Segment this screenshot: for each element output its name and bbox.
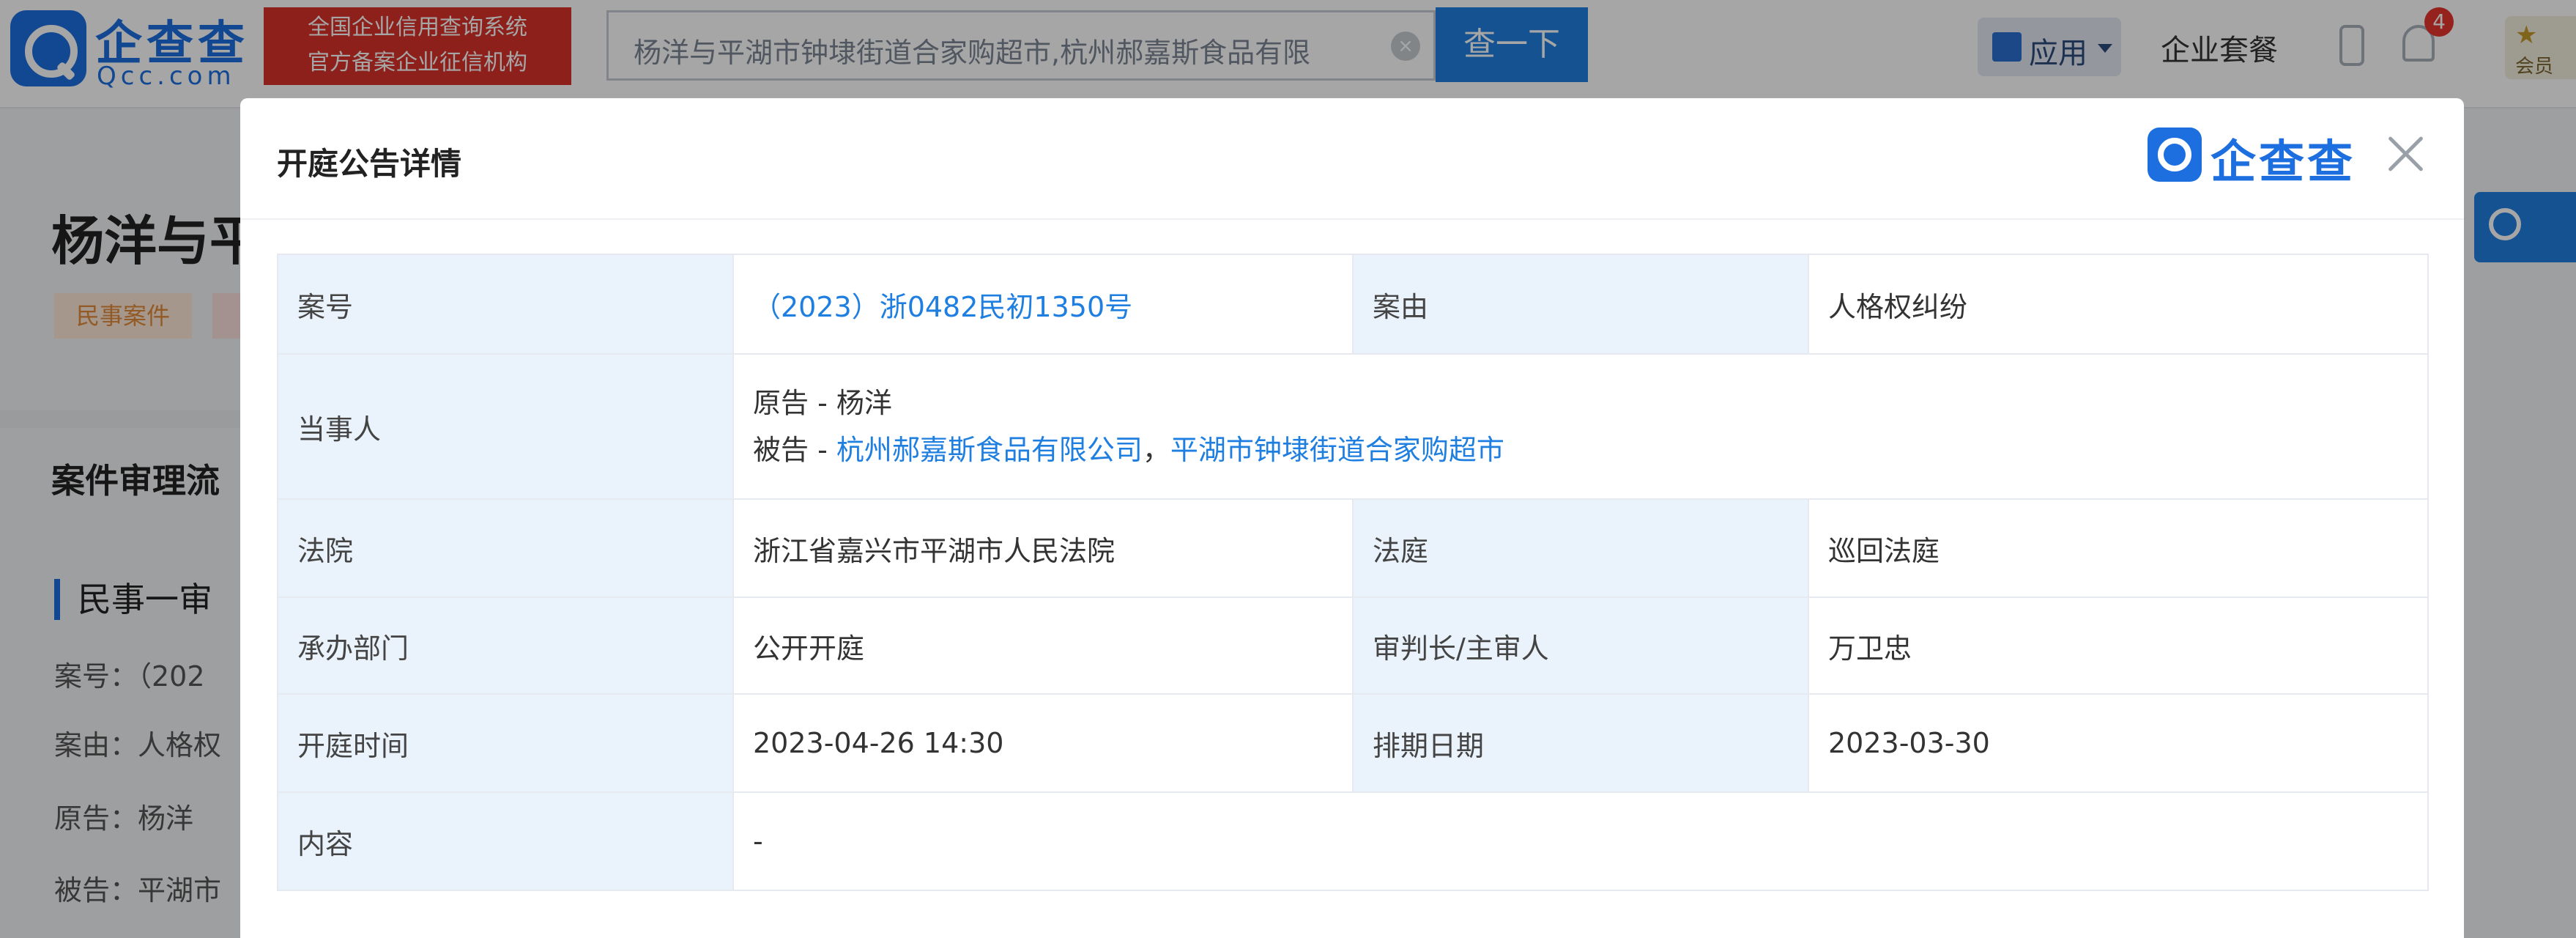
defendant-separator: ， xyxy=(1142,434,1170,466)
defendant-prefix: 被告 - xyxy=(753,434,836,466)
modal-title: 开庭公告详情 xyxy=(277,146,462,182)
hearing-time-label: 开庭时间 xyxy=(277,693,734,793)
case-no-label: 案号 xyxy=(277,254,734,355)
plaintiff-prefix: 原告 - xyxy=(753,387,836,419)
defendant-link-1[interactable]: 杭州郝嘉斯食品有限公司 xyxy=(836,434,1143,466)
table-row: 内容 - xyxy=(277,791,2429,891)
qcc-logo-icon xyxy=(2148,128,2202,182)
plaintiff-line: 原告 - 杨洋 xyxy=(753,380,2408,426)
content-value: - xyxy=(732,791,2429,891)
table-row: 法院 浙江省嘉兴市平湖市人民法院 法庭 巡回法庭 xyxy=(277,498,2429,598)
defendant-line: 被告 - 杭州郝嘉斯食品有限公司，平湖市钟埭街道合家购超市 xyxy=(753,426,2408,473)
courtroom-label: 法庭 xyxy=(1352,498,1809,598)
schedule-value: 2023-03-30 xyxy=(1808,693,2429,793)
modal-logo-text: 企查查 xyxy=(2211,135,2356,188)
court-value: 浙江省嘉兴市平湖市人民法院 xyxy=(732,498,1354,598)
table-row: 案号 （2023）浙0482民初1350号 案由 人格权纠纷 xyxy=(277,254,2429,355)
hearing-notice-modal: 开庭公告详情 企查查 案号 （2023）浙0482民初1350号 案由 人格权纠… xyxy=(240,98,2464,938)
hearing-time-value: 2023-04-26 14:30 xyxy=(732,693,1354,793)
judge-label: 审判长/主审人 xyxy=(1352,597,1809,695)
cause-value: 人格权纠纷 xyxy=(1808,254,2429,355)
schedule-label: 排期日期 xyxy=(1352,693,1809,793)
judge-value: 万卫忠 xyxy=(1808,597,2429,695)
party-value: 原告 - 杨洋 被告 - 杭州郝嘉斯食品有限公司，平湖市钟埭街道合家购超市 xyxy=(732,353,2429,500)
table-row: 当事人 原告 - 杨洋 被告 - 杭州郝嘉斯食品有限公司，平湖市钟埭街道合家购超… xyxy=(277,353,2429,500)
party-label: 当事人 xyxy=(277,353,734,500)
courtroom-value: 巡回法庭 xyxy=(1808,498,2429,598)
defendant-link-2[interactable]: 平湖市钟埭街道合家购超市 xyxy=(1170,434,1504,466)
hearing-detail-table: 案号 （2023）浙0482民初1350号 案由 人格权纠纷 当事人 原告 - … xyxy=(277,254,2429,891)
court-label: 法院 xyxy=(277,498,734,598)
cause-label: 案由 xyxy=(1352,254,1809,355)
plaintiff-name: 杨洋 xyxy=(836,387,892,419)
close-icon[interactable] xyxy=(2382,130,2429,177)
table-row: 承办部门 公开开庭 审判长/主审人 万卫忠 xyxy=(277,597,2429,695)
dept-label: 承办部门 xyxy=(277,597,734,695)
modal-header: 开庭公告详情 企查查 xyxy=(240,98,2464,220)
content-label: 内容 xyxy=(277,791,734,891)
case-no-link[interactable]: （2023）浙0482民初1350号 xyxy=(753,291,1132,323)
table-row: 开庭时间 2023-04-26 14:30 排期日期 2023-03-30 xyxy=(277,693,2429,793)
dept-value: 公开开庭 xyxy=(732,597,1354,695)
case-no-value[interactable]: （2023）浙0482民初1350号 xyxy=(732,254,1354,355)
